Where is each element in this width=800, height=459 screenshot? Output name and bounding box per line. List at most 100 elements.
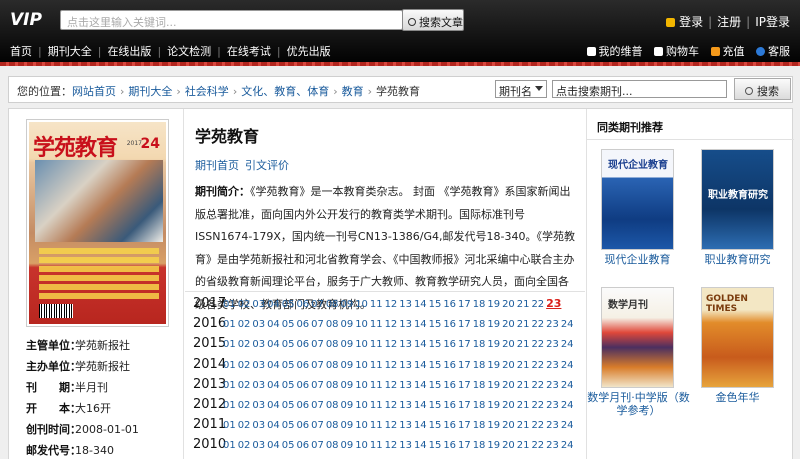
issue-link[interactable]: 14: [414, 380, 429, 391]
issue-link[interactable]: 06: [296, 380, 311, 391]
issue-link[interactable]: 13: [399, 440, 414, 451]
issue-link[interactable]: 15: [429, 339, 444, 350]
issue-link[interactable]: 10: [355, 440, 370, 451]
issue-link[interactable]: 24: [561, 380, 576, 391]
recommend-title[interactable]: 职业教育研究: [691, 253, 784, 266]
recommend-title[interactable]: 金色年华: [691, 391, 784, 404]
issue-link[interactable]: 12: [385, 319, 400, 330]
issue-link[interactable]: 08: [326, 319, 341, 330]
issue-link[interactable]: 18: [473, 319, 488, 330]
issue-link[interactable]: 04: [267, 420, 282, 431]
issue-link[interactable]: 17: [458, 319, 473, 330]
issue-link[interactable]: 20: [502, 339, 517, 350]
issue-link[interactable]: 14: [414, 400, 429, 411]
issue-link[interactable]: 14: [414, 339, 429, 350]
issue-link[interactable]: 23: [546, 319, 561, 330]
issue-link[interactable]: 21: [517, 339, 532, 350]
issue-link[interactable]: 01: [223, 420, 238, 431]
issue-link[interactable]: 08: [326, 339, 341, 350]
top-search-button[interactable]: 搜索文章: [402, 9, 464, 31]
issue-link[interactable]: 21: [517, 360, 532, 371]
issue-link[interactable]: 03: [252, 420, 267, 431]
issue-link[interactable]: 05: [282, 380, 297, 391]
issue-link[interactable]: 23: [546, 360, 561, 371]
nav-item-online-exam[interactable]: 在线考试: [227, 45, 271, 58]
issue-link[interactable]: 15: [429, 299, 444, 310]
issue-link[interactable]: 22: [531, 440, 546, 451]
issue-link[interactable]: 16: [443, 299, 458, 310]
issue-link[interactable]: 20: [502, 440, 517, 451]
breadcrumb-link-culture[interactable]: 文化、教育、体育: [241, 85, 329, 98]
issue-link[interactable]: 05: [282, 360, 297, 371]
issue-link[interactable]: 13: [399, 319, 414, 330]
issue-link[interactable]: 08: [326, 400, 341, 411]
issue-link[interactable]: 19: [487, 360, 502, 371]
issue-link[interactable]: 18: [473, 440, 488, 451]
issue-link[interactable]: 04: [267, 440, 282, 451]
issue-link[interactable]: 22: [531, 380, 546, 391]
issue-link[interactable]: 14: [414, 440, 429, 451]
journal-search-input[interactable]: 点击搜索期刊...: [552, 80, 727, 98]
issue-link[interactable]: 02: [238, 360, 253, 371]
issue-link[interactable]: 22: [531, 319, 546, 330]
issue-link[interactable]: 15: [429, 360, 444, 371]
issue-link[interactable]: 09: [341, 380, 356, 391]
issue-link[interactable]: 02: [238, 420, 253, 431]
breadcrumb-link-home[interactable]: 网站首页: [72, 85, 116, 98]
issue-link[interactable]: 11: [370, 420, 385, 431]
issue-link[interactable]: 05: [282, 299, 297, 310]
issue-link[interactable]: 02: [238, 339, 253, 350]
issue-link[interactable]: 17: [458, 339, 473, 350]
issue-link[interactable]: 22: [531, 400, 546, 411]
recommend-cover[interactable]: 职业教育研究: [701, 149, 774, 250]
issue-link[interactable]: 21: [517, 319, 532, 330]
issue-link[interactable]: 15: [429, 420, 444, 431]
issue-link[interactable]: 19: [487, 440, 502, 451]
journal-home-link[interactable]: 期刊首页: [195, 159, 239, 172]
issue-link[interactable]: 10: [355, 339, 370, 350]
journal-search-button[interactable]: 搜索: [734, 78, 791, 100]
issue-link[interactable]: 09: [341, 339, 356, 350]
issue-link[interactable]: 08: [326, 440, 341, 451]
issue-link[interactable]: 09: [341, 440, 356, 451]
issue-link[interactable]: 04: [267, 339, 282, 350]
issue-link[interactable]: 16: [443, 380, 458, 391]
issue-link[interactable]: 17: [458, 440, 473, 451]
issue-link[interactable]: 19: [487, 380, 502, 391]
register-link[interactable]: 注册: [717, 15, 741, 29]
issue-link[interactable]: 09: [341, 299, 356, 310]
issue-link[interactable]: 09: [341, 360, 356, 371]
issue-link[interactable]: 06: [296, 319, 311, 330]
issue-link[interactable]: 06: [296, 440, 311, 451]
issue-link[interactable]: 06: [296, 299, 311, 310]
issue-link[interactable]: 09: [341, 319, 356, 330]
issue-link[interactable]: 13: [399, 380, 414, 391]
citation-link[interactable]: 引文评价: [245, 159, 289, 172]
issue-link[interactable]: 21: [517, 380, 532, 391]
recommend-title[interactable]: 数学月刊·中学版（数学参考）: [587, 391, 690, 417]
issue-link[interactable]: 12: [385, 299, 400, 310]
issue-link[interactable]: 12: [385, 440, 400, 451]
issue-link[interactable]: 19: [487, 400, 502, 411]
issue-link[interactable]: 16: [443, 420, 458, 431]
issue-link[interactable]: 07: [311, 299, 326, 310]
issue-link[interactable]: 12: [385, 380, 400, 391]
issue-link[interactable]: 09: [341, 400, 356, 411]
top-search-input[interactable]: 点击这里输入关键词...: [60, 10, 403, 30]
issue-link[interactable]: 18: [473, 339, 488, 350]
issue-link[interactable]: 17: [458, 299, 473, 310]
cart-link[interactable]: 购物车: [654, 45, 699, 58]
issue-link[interactable]: 11: [370, 360, 385, 371]
issue-link[interactable]: 08: [326, 380, 341, 391]
issue-link[interactable]: 21: [517, 440, 532, 451]
breadcrumb-link-social-science[interactable]: 社会科学: [185, 85, 229, 98]
issue-link[interactable]: 17: [458, 400, 473, 411]
issue-link[interactable]: 20: [502, 400, 517, 411]
issue-link[interactable]: 15: [429, 440, 444, 451]
breadcrumb-link-education[interactable]: 教育: [342, 85, 364, 98]
issue-link[interactable]: 16: [443, 339, 458, 350]
issue-link[interactable]: 07: [311, 360, 326, 371]
issue-link[interactable]: 18: [473, 299, 488, 310]
nav-item-journals[interactable]: 期刊大全: [48, 45, 92, 58]
issue-link[interactable]: 10: [355, 360, 370, 371]
